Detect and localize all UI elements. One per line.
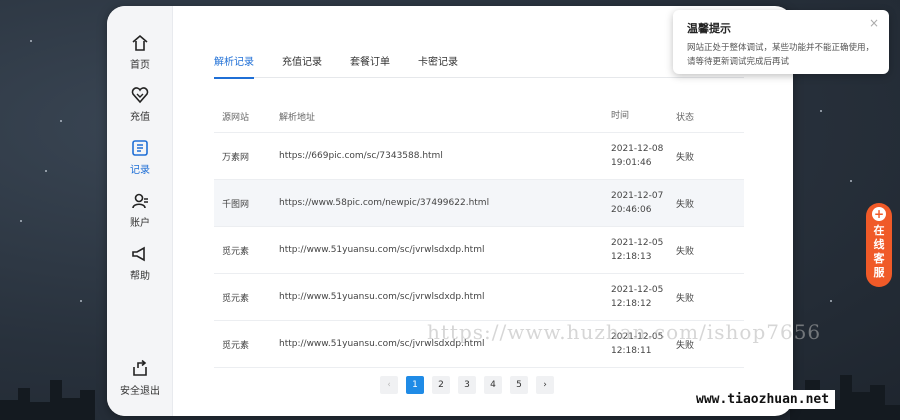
star [45, 170, 47, 172]
sidebar: 首页 充值 记录 账户 帮助 安全退出 [107, 6, 173, 416]
cell-date: 2021-12-07 [611, 191, 664, 201]
page-button-3[interactable]: 3 [458, 376, 476, 394]
customer-service-button[interactable]: + 在线客服 [866, 203, 892, 287]
star [80, 300, 82, 302]
star [20, 220, 22, 222]
header-parse-url: 解析地址 [279, 112, 316, 123]
logout-label: 安全退出 [120, 386, 160, 397]
sidebar-item-label: 账户 [130, 218, 150, 229]
sidebar-item-help[interactable]: 帮助 [107, 239, 173, 287]
sidebar-item-label: 首页 [130, 60, 150, 71]
star [820, 110, 822, 112]
cell-clock: 12:18:12 [611, 299, 652, 309]
pagination: ‹ 1 2 3 4 5 › [380, 376, 554, 394]
site-badge: www.tiaozhuan.net [690, 390, 836, 409]
cell-status: 失败 [676, 246, 695, 257]
cell-url: http://www.51yuansu.com/sc/jvrwlsdxdp.ht… [279, 292, 485, 302]
cell-clock: 12:18:11 [611, 346, 652, 356]
cell-status: 失败 [676, 152, 695, 163]
page-button-5[interactable]: 5 [510, 376, 528, 394]
notice-popup: 温馨提示 网站正处于整体调试，某些功能并不能正确使用，请等待更新调试完成后再试 … [673, 10, 889, 74]
sidebar-item-label: 记录 [130, 165, 150, 176]
tab-parse-records[interactable]: 解析记录 [214, 52, 254, 79]
watermark-text: https://www.huzhan.com/ishop7656 [427, 320, 822, 344]
cell-status: 失败 [676, 199, 695, 210]
tab-package-orders[interactable]: 套餐订单 [350, 52, 390, 78]
tab-recharge-records[interactable]: 充值记录 [282, 52, 322, 78]
plus-icon: + [872, 207, 886, 221]
cell-clock: 12:18:13 [611, 252, 652, 262]
notice-title: 温馨提示 [687, 22, 731, 35]
table-row: 觅元素 http://www.51yuansu.com/sc/jvrwlsdxd… [214, 227, 744, 274]
account-icon [132, 193, 148, 209]
cell-clock: 19:01:46 [611, 158, 652, 168]
sidebar-item-records[interactable]: 记录 [107, 133, 173, 181]
table-row: 万素网 https://669pic.com/sc/7343588.html 2… [214, 133, 744, 180]
cell-site: 万素网 [222, 152, 250, 163]
page-button-2[interactable]: 2 [432, 376, 450, 394]
page-button-4[interactable]: 4 [484, 376, 502, 394]
next-page-button[interactable]: › [536, 376, 554, 394]
cell-date: 2021-12-08 [611, 144, 664, 154]
cell-time: 2021-12-08 19:01:46 [611, 142, 676, 170]
table-header: 源网站 解析地址 时间 状态 [214, 100, 744, 133]
cell-time: 2021-12-05 12:18:13 [611, 236, 676, 264]
cell-url: http://www.51yuansu.com/sc/jvrwlsdxdp.ht… [279, 245, 485, 255]
home-icon [132, 34, 148, 51]
tab-card-records[interactable]: 卡密记录 [418, 52, 458, 78]
notice-text: 网站正处于整体调试，某些功能并不能正确使用，请等待更新调试完成后再试 [687, 43, 875, 67]
help-icon [132, 246, 145, 262]
header-source-site: 源网站 [222, 112, 250, 123]
star [850, 180, 852, 182]
sidebar-item-label: 充值 [130, 112, 150, 123]
star [30, 40, 32, 42]
header-status: 状态 [676, 112, 695, 123]
sidebar-item-recharge[interactable]: 充值 [107, 80, 173, 128]
cell-site: 觅元素 [222, 246, 250, 257]
cell-time: 2021-12-07 20:46:06 [611, 189, 676, 217]
cell-url: https://www.58pic.com/newpic/37499622.ht… [279, 198, 490, 208]
recharge-icon [131, 87, 149, 104]
cell-clock: 20:46:06 [611, 205, 652, 215]
table-row: 觅元素 http://www.51yuansu.com/sc/jvrwlsdxd… [214, 274, 744, 321]
header-time: 时间 [611, 111, 630, 121]
sidebar-item-label: 帮助 [130, 271, 150, 282]
cell-time: 2021-12-05 12:18:12 [611, 283, 676, 311]
cell-status: 失败 [676, 293, 695, 304]
cell-site: 觅元素 [222, 340, 250, 351]
cell-site: 千图网 [222, 199, 250, 210]
cell-date: 2021-12-05 [611, 238, 664, 248]
logout-icon [133, 359, 147, 376]
page-button-1[interactable]: 1 [406, 376, 424, 394]
star [60, 120, 62, 122]
close-icon[interactable]: × [869, 16, 879, 30]
star [830, 300, 832, 302]
prev-page-button[interactable]: ‹ [380, 376, 398, 394]
cell-date: 2021-12-05 [611, 285, 664, 295]
records-icon [132, 140, 148, 156]
customer-service-label: 在线客服 [873, 224, 885, 279]
tab-bar: 解析记录 充值记录 套餐订单 卡密记录 [214, 52, 744, 79]
table-row: 千图网 https://www.58pic.com/newpic/3749962… [214, 180, 744, 227]
cell-site: 觅元素 [222, 293, 250, 304]
sidebar-item-account[interactable]: 账户 [107, 186, 173, 234]
cell-url: https://669pic.com/sc/7343588.html [279, 151, 443, 161]
logout-button[interactable]: 安全退出 [107, 354, 173, 402]
sidebar-item-home[interactable]: 首页 [107, 28, 173, 76]
